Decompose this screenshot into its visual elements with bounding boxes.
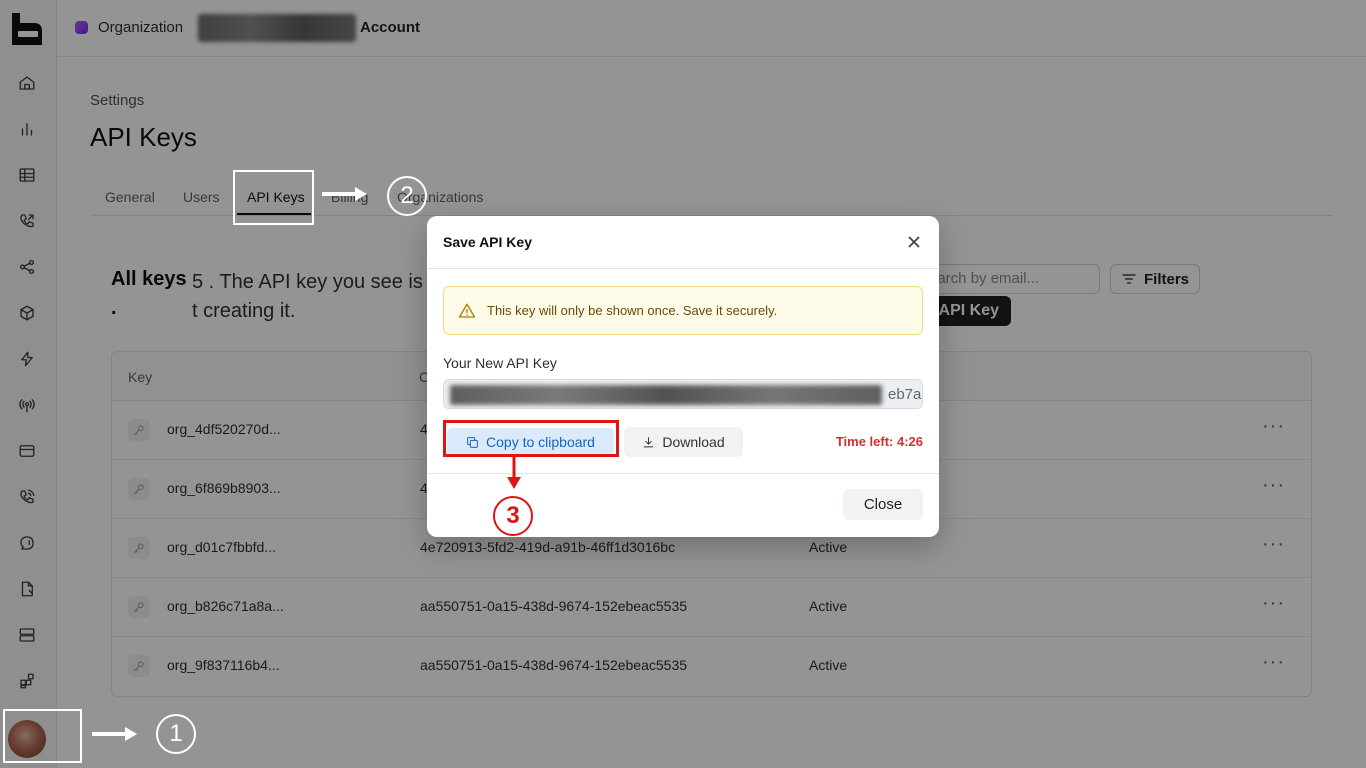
- close-button[interactable]: Close: [843, 489, 923, 520]
- annotation-arrow-down-icon: [507, 457, 521, 489]
- annotation-box-avatar: [3, 709, 82, 763]
- annotation-arrow-right-icon: [92, 727, 137, 741]
- close-icon[interactable]: [905, 233, 923, 251]
- warning-icon: [458, 303, 476, 318]
- dialog-title: Save API Key: [443, 234, 532, 250]
- annotation-arrow-right-icon: [322, 187, 367, 201]
- time-left-countdown: Time left: 4:26: [835, 434, 923, 449]
- api-key-label: Your New API Key: [443, 355, 557, 371]
- warning-text: This key will only be shown once. Save i…: [487, 303, 778, 318]
- annotation-step-2: 2: [387, 176, 427, 216]
- download-icon: [644, 436, 654, 447]
- annotation-step-3: 3: [493, 496, 533, 536]
- annotation-box-api-keys-tab: [233, 170, 314, 225]
- download-button[interactable]: Download: [624, 427, 743, 457]
- save-api-key-dialog: Save API Key This key will only be shown…: [427, 216, 939, 537]
- dialog-header: Save API Key: [427, 216, 939, 269]
- annotation-step-1: 1: [156, 714, 196, 754]
- dialog-footer-divider: [427, 473, 939, 474]
- download-label: Download: [662, 434, 725, 450]
- warning-banner: This key will only be shown once. Save i…: [443, 286, 923, 335]
- annotation-box-copy-button: [443, 420, 619, 457]
- api-key-redacted: [450, 385, 882, 405]
- api-key-visible-tail: eb7ad5: [888, 386, 922, 403]
- api-key-field[interactable]: eb7ad5: [443, 379, 923, 409]
